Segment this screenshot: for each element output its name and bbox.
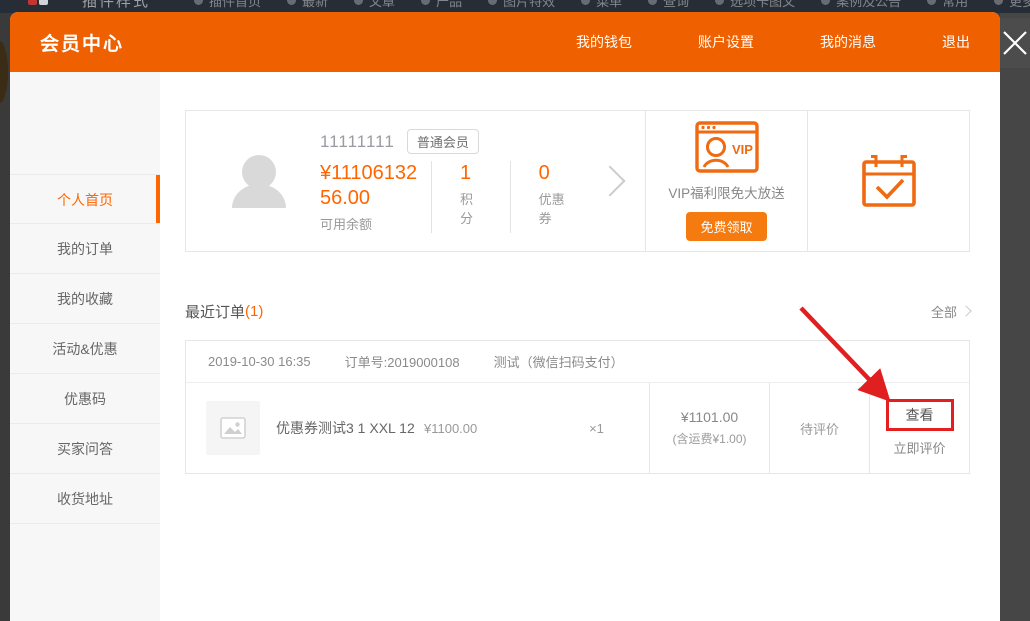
view-all-orders-link[interactable]: 全部: [931, 302, 970, 321]
order-status: 待评价: [800, 419, 839, 438]
close-button[interactable]: [1000, 18, 1030, 68]
circle-icon: [821, 0, 830, 5]
review-now-link[interactable]: 立即评价: [893, 438, 945, 457]
circle-icon: [287, 0, 296, 5]
sidebar-item-coupon-code[interactable]: 优惠码: [10, 374, 160, 424]
member-center-modal: 会员中心 我的钱包 账户设置 我的消息 退出 个人首页 我的订单 我的收藏 活动…: [10, 12, 1000, 621]
order-total-cell: ¥1101.00 (含运费¥1.00): [649, 383, 769, 473]
order-date: 2019-10-30 16:35: [208, 354, 311, 369]
product-name[interactable]: 优惠券测试3 1 XXL 12: [276, 418, 424, 438]
background-tab: 最新: [287, 0, 328, 10]
sidebar-item-buyer-qa[interactable]: 买家问答: [10, 424, 160, 474]
nav-my-wallet[interactable]: 我的钱包: [576, 32, 632, 52]
close-icon: [1001, 29, 1029, 57]
view-order-button[interactable]: 查看: [886, 399, 954, 431]
main-content: 11111111 普通会员 ¥1110613256.00 可用余额 1 积分: [160, 72, 1000, 621]
background-tab: 案例及公告: [821, 0, 901, 10]
modal-body: 个人首页 我的订单 我的收藏 活动&优惠 优惠码 买家问答 收货地址 11111…: [10, 72, 1000, 621]
recent-orders-header: 最近订单 (1) 全部: [185, 300, 970, 322]
stat-balance[interactable]: ¥1110613256.00 可用余额: [320, 161, 432, 233]
free-claim-button[interactable]: 免费领取: [686, 212, 766, 241]
background-tab: 文章: [354, 0, 395, 10]
user-info: 11111111 普通会员 ¥1110613256.00 可用余额 1 积分: [320, 129, 599, 233]
order-actions-cell: 查看 立即评价: [869, 383, 969, 473]
product-thumbnail[interactable]: [206, 401, 260, 455]
sidebar-item-activities-discounts[interactable]: 活动&优惠: [10, 324, 160, 374]
vip-promo-card: VIP VIP福利限免大放送 免费领取: [646, 111, 808, 251]
background-tab: 常用: [927, 0, 968, 10]
screen: { "background": { "top_tabs": ["插件样式", "…: [0, 0, 1030, 621]
circle-icon: [994, 0, 1003, 5]
product-quantity: ×1: [544, 421, 649, 436]
calendar-check-icon: [860, 153, 918, 209]
coupons-value: 0: [539, 161, 571, 186]
nav-logout[interactable]: 退出: [942, 32, 970, 52]
background-tab: 菜单: [581, 0, 622, 10]
image-placeholder-icon: [220, 417, 246, 439]
background-tab: 图片特效: [488, 0, 555, 10]
circle-icon: [488, 0, 497, 5]
circle-icon: [421, 0, 430, 5]
circle-icon: [927, 0, 936, 5]
sidebar: 个人首页 我的订单 我的收藏 活动&优惠 优惠码 买家问答 收货地址: [10, 72, 160, 621]
background-tab: 选项卡图文: [715, 0, 795, 10]
background-left-edge: [0, 13, 10, 621]
background-tab: 产品: [421, 0, 462, 10]
background-decoration: [0, 41, 8, 103]
account-stats: ¥1110613256.00 可用余额 1 积分 0 优惠券: [320, 161, 599, 233]
background-tab: 查询: [648, 0, 689, 10]
circle-icon: [194, 0, 203, 5]
balance-label: 可用余额: [320, 214, 417, 233]
background-tab: 更多: [994, 0, 1030, 10]
user-profile-card: 11111111 普通会员 ¥1110613256.00 可用余额 1 积分: [186, 111, 646, 251]
order-card: 2019-10-30 16:35 订单号:2019000108 测试（微信扫码支…: [185, 340, 970, 474]
balance-value: ¥1110613256.00: [320, 161, 420, 211]
order-product-cell: 优惠券测试3 1 XXL 12 ¥1100.00 ×1: [186, 383, 649, 473]
points-value: 1: [460, 161, 482, 186]
vip-promo-text: VIP福利限免大放送: [668, 182, 784, 202]
profile-cards-row: 11111111 普通会员 ¥1110613256.00 可用余额 1 积分: [185, 110, 970, 252]
circle-icon: [581, 0, 590, 5]
circle-icon: [354, 0, 363, 5]
sidebar-item-my-orders[interactable]: 我的订单: [10, 224, 160, 274]
product-unit-price: ¥1100.00: [424, 421, 544, 436]
chevron-right-icon: [960, 305, 971, 316]
avatar: [224, 146, 294, 216]
username: 11111111: [320, 132, 395, 152]
shipping-fee-note: (含运费¥1.00): [672, 430, 746, 447]
order-item-row: 优惠券测试3 1 XXL 12 ¥1100.00 ×1 ¥1101.00 (含运…: [186, 383, 969, 473]
chevron-right-icon[interactable]: [594, 165, 625, 196]
sidebar-item-shipping-address[interactable]: 收货地址: [10, 474, 160, 524]
stat-coupons[interactable]: 0 优惠券: [511, 161, 599, 233]
order-number: 订单号:2019000108: [345, 352, 460, 371]
modal-header: 会员中心 我的钱包 账户设置 我的消息 退出: [10, 12, 1000, 72]
order-meta-row: 2019-10-30 16:35 订单号:2019000108 测试（微信扫码支…: [186, 341, 969, 383]
background-logo: [28, 0, 48, 5]
order-status-cell: 待评价: [769, 383, 869, 473]
points-label: 积分: [460, 189, 482, 227]
signin-calendar-card[interactable]: [808, 111, 969, 251]
header-nav: 我的钱包 账户设置 我的消息 退出: [576, 32, 970, 52]
coupons-label: 优惠券: [539, 189, 571, 227]
circle-icon: [648, 0, 657, 5]
order-total-amount: ¥1101.00: [681, 409, 738, 425]
recent-orders-count: (1): [245, 303, 263, 320]
nav-my-messages[interactable]: 我的消息: [820, 32, 876, 52]
sidebar-item-my-favorites[interactable]: 我的收藏: [10, 274, 160, 324]
sidebar-item-personal-home[interactable]: 个人首页: [10, 174, 160, 224]
circle-icon: [715, 0, 724, 5]
vip-window-icon: VIP: [695, 121, 759, 173]
page-title: 会员中心: [40, 29, 124, 56]
background-right-edge: [1000, 13, 1030, 621]
order-payment-note: 测试（微信扫码支付）: [494, 352, 624, 371]
stat-points[interactable]: 1 积分: [432, 161, 511, 233]
background-tab: 插件首页: [194, 0, 261, 10]
svg-text:VIP: VIP: [732, 142, 753, 157]
member-level-badge: 普通会员: [407, 129, 479, 154]
nav-account-settings[interactable]: 账户设置: [698, 32, 754, 52]
recent-orders-title: 最近订单: [185, 301, 245, 322]
background-tab: 插件样式: [82, 0, 150, 11]
